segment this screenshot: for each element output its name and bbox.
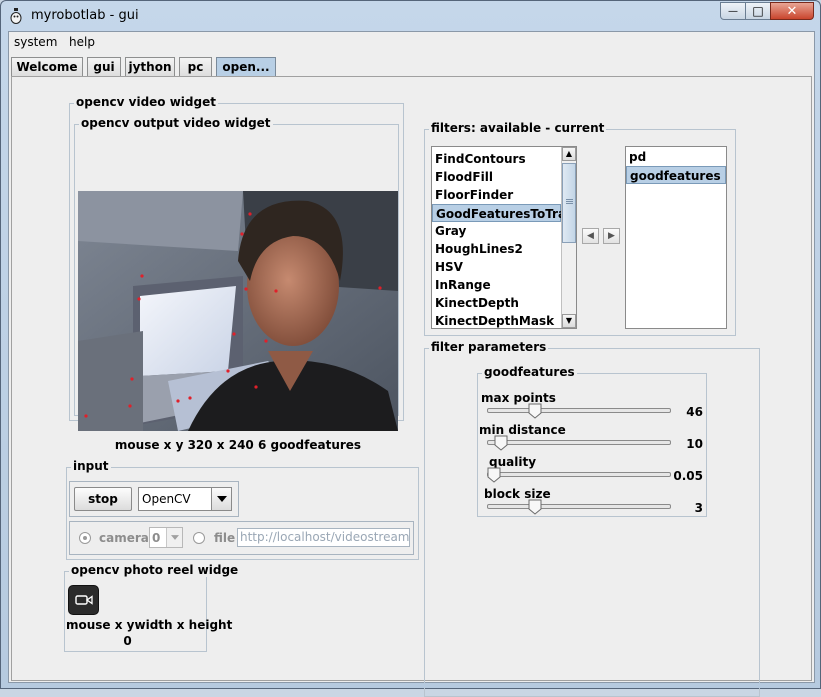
- camera-index-select[interactable]: 0: [149, 527, 183, 548]
- tab-content-opencv: opencv video widget opencv output video …: [11, 76, 812, 697]
- video-camera-icon: [74, 595, 93, 605]
- camera-index-arrow[interactable]: [166, 528, 182, 547]
- minimize-button[interactable]: —: [720, 2, 746, 20]
- filter-parameters-title: filter parameters: [429, 340, 549, 354]
- available-filter-item[interactable]: KinectDepth: [432, 294, 561, 312]
- available-filter-item[interactable]: GoodFeaturesToTrack: [432, 204, 576, 222]
- maximize-button[interactable]: □: [745, 2, 771, 20]
- camera-index-value: 0: [152, 531, 161, 545]
- tab-opencv[interactable]: open...: [216, 57, 276, 77]
- camera-radio[interactable]: [79, 532, 91, 544]
- slider-thumb[interactable]: [528, 403, 542, 419]
- video-frame[interactable]: [78, 191, 398, 431]
- tab-jython[interactable]: jython: [125, 57, 175, 77]
- source-select-arrow[interactable]: [211, 488, 231, 510]
- window-bottom-border: [7, 683, 814, 688]
- chevron-right-icon: ▶: [608, 231, 615, 241]
- close-button[interactable]: ✕: [770, 2, 814, 20]
- video-widget-title: opencv video widget: [74, 95, 218, 109]
- slider-thumb[interactable]: [528, 499, 542, 515]
- minimize-icon: —: [728, 5, 738, 17]
- current-filter-item[interactable]: pd: [626, 148, 726, 166]
- chevron-left-icon: ◀: [587, 231, 594, 241]
- add-filter-button[interactable]: ▶: [603, 228, 620, 244]
- slider-value: 46: [686, 405, 703, 419]
- current-filters-list[interactable]: pd goodfeatures: [625, 146, 727, 329]
- tab-pc[interactable]: pc: [179, 57, 212, 77]
- tab-welcome[interactable]: Welcome: [11, 57, 83, 77]
- photo-reel-mouse-text: mouse x ywidth x height: [66, 618, 233, 632]
- available-filter-item[interactable]: HSV: [432, 258, 561, 276]
- slider-value: 10: [686, 437, 703, 451]
- client-area: system help Welcome gui jython pc open..…: [8, 31, 815, 697]
- output-video-title: opencv output video widget: [79, 116, 273, 130]
- maximize-icon: □: [752, 4, 764, 18]
- file-label: file: [214, 531, 236, 545]
- available-filters-scrollbar[interactable]: ▲ ▼: [561, 147, 576, 328]
- camera-image: [78, 191, 398, 431]
- snapshot-button[interactable]: [68, 585, 99, 615]
- photo-reel-title: opencv photo reel widge: [69, 563, 241, 577]
- photo-reel-count: 0: [123, 634, 132, 648]
- filters-title: filters: available - current: [429, 121, 607, 135]
- slider-label: min distance: [479, 423, 566, 437]
- scroll-down-arrow-icon[interactable]: ▼: [562, 314, 576, 328]
- menu-help[interactable]: help: [69, 35, 95, 49]
- goodfeatures-params-title: goodfeatures: [482, 365, 577, 379]
- application-window: myrobotlab - gui — □ ✕ system help Welco…: [0, 0, 821, 697]
- chevron-down-icon: [170, 535, 179, 540]
- app-icon: [10, 8, 22, 24]
- tab-gui[interactable]: gui: [87, 57, 121, 77]
- video-status-text: mouse x y 320 x 240 6 goodfeatures: [114, 438, 362, 452]
- close-icon: ✕: [786, 3, 798, 19]
- scroll-thumb[interactable]: [562, 163, 576, 243]
- window-title: myrobotlab - gui: [31, 8, 139, 23]
- available-filter-item[interactable]: FloorFinder: [432, 186, 561, 204]
- available-filter-item[interactable]: FloodFill: [432, 168, 561, 186]
- slider-thumb[interactable]: [494, 435, 508, 451]
- menu-system[interactable]: system: [14, 35, 57, 49]
- stop-button[interactable]: stop: [74, 487, 132, 511]
- title-bar[interactable]: myrobotlab - gui — □ ✕: [1, 1, 820, 31]
- slider-track[interactable]: [487, 408, 671, 413]
- menu-bar: system help: [9, 32, 814, 54]
- source-select-value: OpenCV: [142, 492, 191, 506]
- slider-track[interactable]: [487, 440, 671, 445]
- file-radio[interactable]: [193, 532, 205, 544]
- available-filter-item[interactable]: KinectDepthMask: [432, 312, 561, 328]
- available-filter-item[interactable]: HoughLines2: [432, 240, 561, 258]
- slider-thumb[interactable]: [487, 467, 501, 483]
- window-controls: — □ ✕: [720, 2, 814, 20]
- available-filters-list[interactable]: FindContours FloodFill FloorFinder GoodFeat…: [431, 146, 577, 329]
- scroll-up-arrow-icon[interactable]: ▲: [562, 147, 576, 161]
- input-title: input: [71, 459, 111, 473]
- available-filter-item[interactable]: InRange: [432, 276, 561, 294]
- slider-value: 0.05: [673, 469, 703, 483]
- file-url-input[interactable]: http://localhost/videostream.cgi: [237, 528, 410, 547]
- current-filter-item[interactable]: goodfeatures: [626, 166, 726, 184]
- available-filter-item[interactable]: FindContours: [432, 150, 561, 168]
- slider-track[interactable]: [487, 504, 671, 509]
- remove-filter-button[interactable]: ◀: [582, 228, 599, 244]
- slider-label: max points: [481, 391, 556, 405]
- slider-value: 3: [694, 501, 703, 515]
- source-select[interactable]: OpenCV: [138, 487, 232, 511]
- slider-track[interactable]: [487, 472, 671, 477]
- camera-label: camera: [99, 531, 149, 545]
- available-filter-item[interactable]: Gray: [432, 222, 561, 240]
- chevron-down-icon: [216, 496, 227, 502]
